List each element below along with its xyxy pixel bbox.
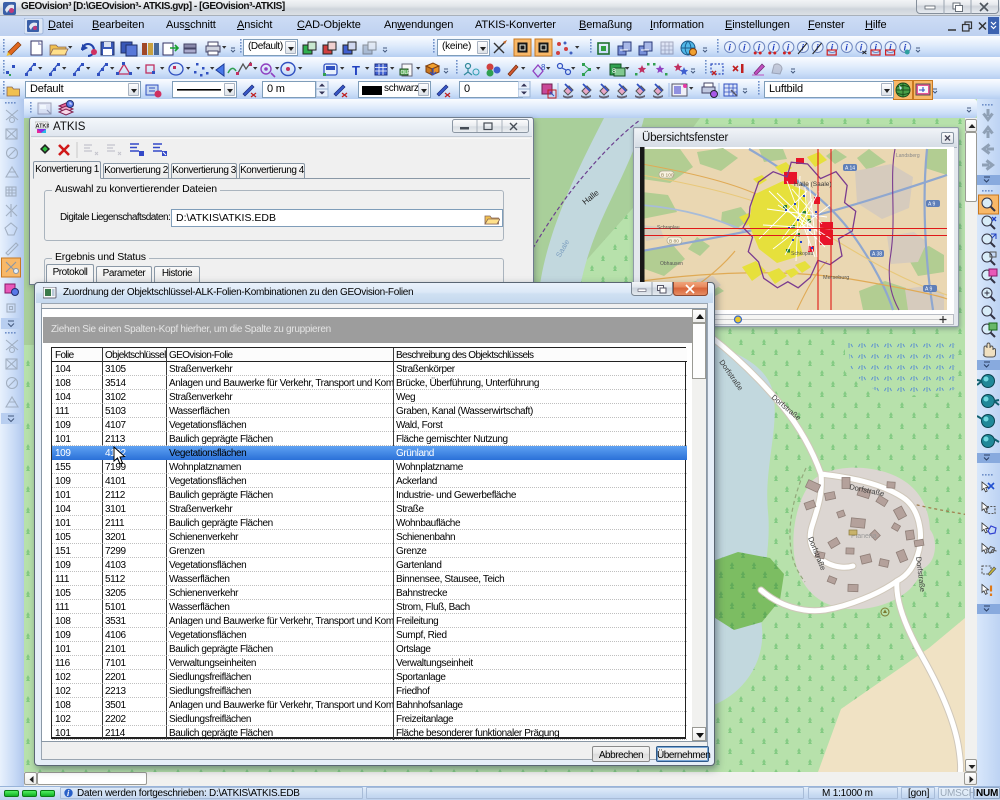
svg-text:B 80: B 80 <box>669 239 679 245</box>
svg-text:Schkopau: Schkopau <box>791 251 813 257</box>
svg-text:Schraplau: Schraplau <box>657 225 680 231</box>
svg-text:A 9: A 9 <box>928 202 935 208</box>
svg-text:A 14: A 14 <box>845 166 855 172</box>
svg-text:8: 8 <box>612 68 616 75</box>
svg-text:Halle (Saale): Halle (Saale) <box>794 181 832 188</box>
svg-text:T: T <box>352 63 360 78</box>
svg-text:Merseburg: Merseburg <box>823 275 849 281</box>
svg-text:8: 8 <box>541 63 546 72</box>
svg-text:B 100: B 100 <box>661 173 674 179</box>
svg-text:A 9: A 9 <box>925 287 932 293</box>
svg-text:Landsberg: Landsberg <box>896 153 920 159</box>
svg-text:A 38: A 38 <box>872 252 882 258</box>
svg-text:Obhausen: Obhausen <box>660 261 683 267</box>
svg-text:OLE: OLE <box>401 70 412 76</box>
svg-text:ATKIS: ATKIS <box>36 124 50 130</box>
